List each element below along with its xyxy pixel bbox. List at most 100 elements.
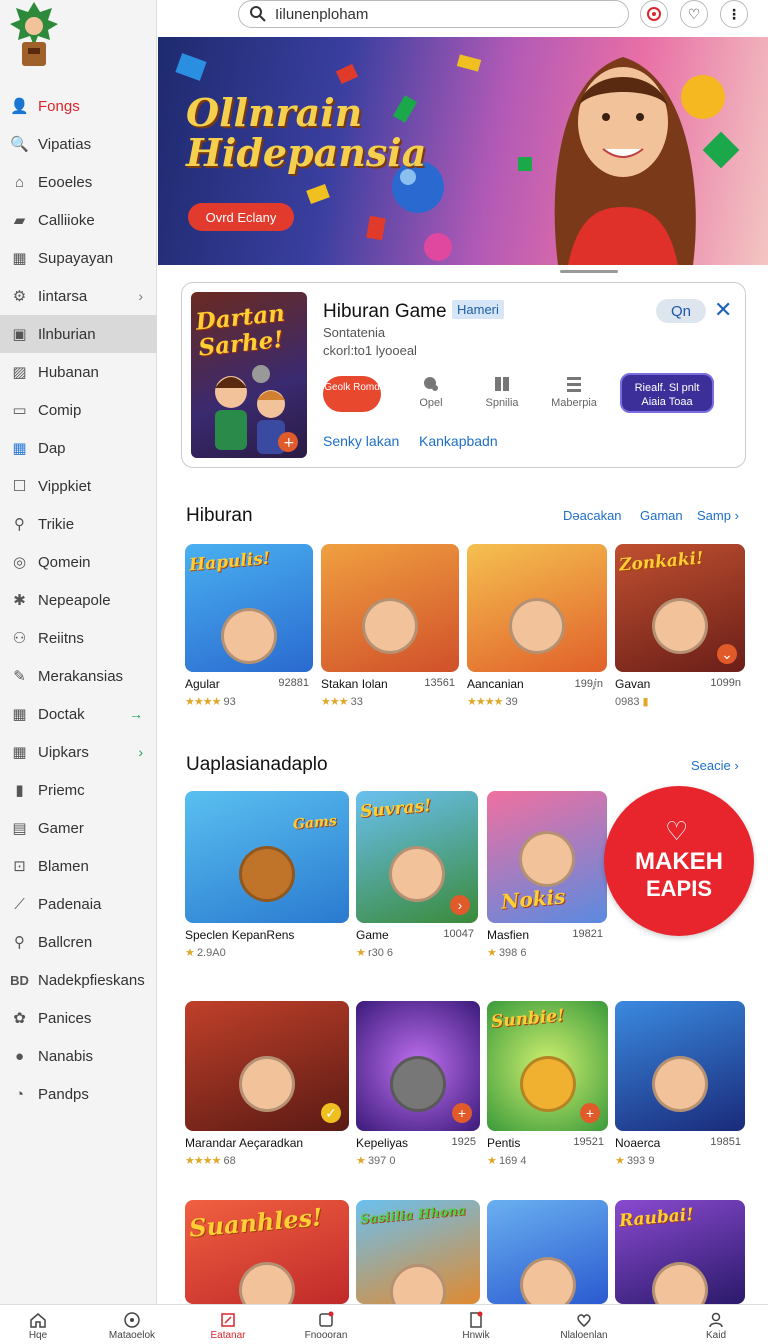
game-tile-art: Gams bbox=[185, 791, 349, 923]
sidebar-item-qomein[interactable]: ◎ Qomein bbox=[0, 543, 157, 581]
game-tile[interactable]: Sunbie! + Pentis 19521 ★ 169 4 bbox=[487, 1001, 608, 1167]
section-link-see-all[interactable]: Seacie › bbox=[691, 758, 739, 773]
person-icon: 👤 bbox=[10, 98, 29, 115]
bottom-nav-favorites[interactable]: Nlaloenlan bbox=[539, 1311, 629, 1341]
add-icon[interactable]: › bbox=[450, 895, 470, 915]
more-button[interactable]: ⋮ bbox=[720, 0, 748, 28]
sidebar-item-label: Comip bbox=[38, 401, 82, 419]
featured-action-spnilia[interactable]: Spnilia bbox=[469, 375, 535, 409]
featured-secondary-button[interactable]: Riealf. Sl pnlt Aiaia Toaa bbox=[620, 373, 714, 413]
bottom-nav-active[interactable]: Eatanar bbox=[183, 1311, 273, 1341]
favorite-button[interactable]: ♡ bbox=[680, 0, 708, 28]
document-icon bbox=[470, 1311, 483, 1328]
game-tile[interactable]: Stakan Iolan 13561 ★★★ 33 bbox=[321, 544, 459, 708]
game-tile[interactable]: Aancanian 199ⅉn ★★★★ 39 bbox=[467, 544, 607, 708]
hero-banner[interactable]: Ollnrain Hidepansia Ovrd Eclany bbox=[158, 37, 768, 265]
sidebar-item-priemc[interactable]: ▮ Priemc bbox=[0, 771, 157, 809]
sidebar-item-nanabis[interactable]: ● Nanabis bbox=[0, 1037, 157, 1075]
bottom-nav-account[interactable]: Kaid bbox=[671, 1311, 761, 1341]
promo-line-2: EAPIS bbox=[645, 876, 713, 901]
sidebar-item-label: Supayayan bbox=[38, 249, 114, 267]
add-icon[interactable]: + bbox=[452, 1103, 472, 1123]
window-icon: ▭ bbox=[12, 402, 27, 419]
sidebar-item-reiitns[interactable]: ⚇ Reiitns bbox=[0, 619, 157, 657]
game-tile-info: Game 10047 bbox=[356, 928, 478, 944]
sidebar-item-doctak[interactable]: ▦ Doctak → bbox=[0, 695, 157, 733]
featured-link-1[interactable]: Senky lakan bbox=[323, 433, 399, 449]
game-tile[interactable]: ✓ Marandar Aeçaradkan ★★★★ 68 bbox=[185, 1001, 349, 1167]
featured-game-card[interactable]: Dartan Sarhe! + Hiburan Game Hameri Sont… bbox=[181, 282, 746, 468]
game-tile[interactable]: Zonkaki! ⌄ Gavan 1099n 0983 ▮ bbox=[615, 544, 745, 708]
sidebar-item-gamer[interactable]: ▤ Gamer bbox=[0, 809, 157, 847]
sidebar-item-uipkars[interactable]: ▦ Uipkars › bbox=[0, 733, 157, 771]
game-tile[interactable] bbox=[487, 1200, 608, 1304]
sidebar-item-eooeles[interactable]: ⌂ Eooeles bbox=[0, 163, 157, 201]
game-tile-name: Gavan bbox=[615, 677, 651, 691]
notification-button[interactable] bbox=[640, 0, 668, 28]
bottom-nav-games[interactable]: Fnoooran bbox=[281, 1311, 371, 1341]
sidebar-item-calliioke[interactable]: ▰ Calliioke bbox=[0, 201, 157, 239]
section-link-see-more[interactable]: Samp › bbox=[697, 508, 739, 523]
game-tile[interactable]: Hapulis! Agular 92881 ★★★★ 93 bbox=[185, 544, 313, 708]
game-tile-art-title: Sunbie! bbox=[490, 1005, 566, 1033]
sidebar-item-merakansias[interactable]: ✎ Merakansias bbox=[0, 657, 157, 695]
promo-badge[interactable]: ♡ MAKEH EAPIS bbox=[604, 786, 754, 936]
sidebar-item-vipatias[interactable]: 🔍 Vipatias bbox=[0, 125, 157, 163]
featured-action-open[interactable]: Opel bbox=[398, 375, 464, 409]
sidebar-item-blamen[interactable]: ⊡ Blamen bbox=[0, 847, 157, 885]
add-icon[interactable]: + bbox=[580, 1103, 600, 1123]
game-tile-art bbox=[321, 544, 459, 672]
drag-handle[interactable] bbox=[560, 270, 618, 273]
sidebar-item-fongs[interactable]: 👤 Fongs bbox=[0, 87, 157, 125]
section-link-1[interactable]: Dǝacakan bbox=[563, 508, 622, 523]
game-tile-character bbox=[652, 597, 708, 654]
sidebar-item-panices[interactable]: ✿ Panices bbox=[0, 999, 157, 1037]
sidebar-item-supayayan[interactable]: ▦ Supayayan bbox=[0, 239, 157, 277]
sidebar-item-nepeapole[interactable]: ✱ Nepeapole bbox=[0, 581, 157, 619]
section-title-hiburan: Hiburan bbox=[186, 505, 253, 526]
sidebar-item-dap[interactable]: ▦ Dap bbox=[0, 429, 157, 467]
chevron-right-icon: › bbox=[138, 288, 143, 304]
featured-link-2[interactable]: Kankapbadn bbox=[419, 433, 498, 449]
search-input[interactable]: Iilunenploham bbox=[238, 0, 629, 28]
sidebar-item-comip[interactable]: ▭ Comip bbox=[0, 391, 157, 429]
featured-primary-button[interactable]: Geolk Romd bbox=[323, 376, 381, 412]
game-tile-count: 19851 bbox=[710, 1136, 741, 1148]
square-icon: ☐ bbox=[12, 478, 27, 495]
bottom-nav-explore[interactable]: Mataoelok bbox=[87, 1311, 177, 1341]
game-tile[interactable]: Noaerca 19851 ★ 393 9 bbox=[615, 1001, 745, 1167]
featured-q-button[interactable]: Qn bbox=[656, 299, 706, 323]
game-tile[interactable]: Sasiilia Hhona bbox=[356, 1200, 480, 1304]
add-icon[interactable]: ⌄ bbox=[717, 644, 737, 664]
sidebar-item-label: Nepeapole bbox=[38, 591, 111, 609]
game-tile[interactable]: Suanhles! bbox=[185, 1200, 349, 1304]
sidebar-item-iintarsa[interactable]: ⚙ Iintarsa › bbox=[0, 277, 157, 315]
sidebar-item-nadekpfieskans[interactable]: BD Nadekpfieskans bbox=[0, 961, 157, 999]
sidebar-item-vippkiet[interactable]: ☐ Vippkiet bbox=[0, 467, 157, 505]
sidebar-item-pandps[interactable]: ◔ Pandps bbox=[0, 1075, 157, 1113]
game-tile[interactable]: Suvras! › Game 10047 ★ r30 6 bbox=[356, 791, 478, 959]
featured-action-maberpia[interactable]: Maberpia bbox=[541, 375, 607, 409]
game-tile-rating-row: ★ 169 4 bbox=[487, 1154, 608, 1167]
sidebar-item-ballcren[interactable]: ⚲ Ballcren bbox=[0, 923, 157, 961]
bottom-nav-home[interactable]: Hqe bbox=[0, 1311, 83, 1341]
game-tile[interactable]: Gams Speclen KepanRens ★ 2.9A0 bbox=[185, 791, 349, 959]
game-tile[interactable]: Nokis Masfien 19821 ★ 398 6 bbox=[487, 791, 607, 959]
sidebar-item-trikie[interactable]: ⚲ Trikie bbox=[0, 505, 157, 543]
sidebar-item-ilnburian[interactable]: ▣ Ilnburian bbox=[0, 315, 157, 353]
game-tile[interactable]: + Kepeliyas 1925 ★ 397 0 bbox=[356, 1001, 480, 1167]
game-tile[interactable]: Raubai! bbox=[615, 1200, 745, 1304]
add-icon[interactable]: ✓ bbox=[321, 1103, 341, 1123]
game-tile-name: Speclen KepanRens bbox=[185, 928, 295, 942]
game-tile-character bbox=[509, 597, 565, 654]
game-tile-rating-row: ★ 393 9 bbox=[615, 1154, 745, 1167]
sidebar-item-hubanan[interactable]: ▨ Hubanan bbox=[0, 353, 157, 391]
section-link-2[interactable]: Gaman bbox=[640, 508, 683, 523]
search-icon bbox=[250, 6, 266, 22]
close-icon[interactable]: ✕ bbox=[714, 297, 732, 323]
sidebar-item-padenaia[interactable]: ⟋ Padenaia bbox=[0, 885, 157, 923]
bottom-nav-docs[interactable]: Hnwik bbox=[431, 1311, 521, 1341]
banner-cta-button[interactable]: Ovrd Eclany bbox=[188, 203, 294, 231]
sparkle-icon: ✱ bbox=[13, 592, 26, 609]
game-tile-character bbox=[519, 1055, 576, 1112]
